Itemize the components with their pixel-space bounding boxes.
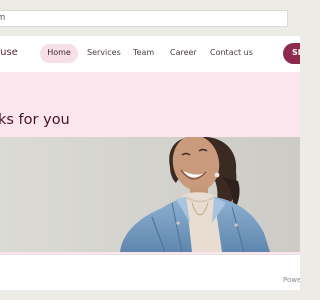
site-header: ouse Home Services Team Career Contact u… bbox=[0, 36, 300, 72]
hero-section: ks for you bbox=[0, 72, 300, 254]
browser-viewport: m ouse Home Services Team Career Contact… bbox=[0, 0, 300, 300]
hero-photo-illustration bbox=[0, 137, 300, 252]
footer-text: Powe bbox=[283, 276, 300, 284]
site-logo-text[interactable]: ouse bbox=[0, 47, 18, 58]
header-cta-label: Sh bbox=[292, 48, 300, 57]
nav-item-home[interactable]: Home bbox=[40, 44, 78, 63]
web-page: ouse Home Services Team Career Contact u… bbox=[0, 36, 300, 290]
address-bar[interactable]: m bbox=[0, 10, 288, 27]
nav-item-home-label: Home bbox=[47, 48, 71, 57]
hero-photo bbox=[0, 137, 300, 252]
nav-item-team[interactable]: Team bbox=[133, 48, 154, 57]
address-bar-text: m bbox=[0, 13, 6, 23]
header-cta-button[interactable]: Sh bbox=[283, 43, 300, 64]
nav-item-services[interactable]: Services bbox=[87, 48, 121, 57]
hero-title: ks for you bbox=[0, 112, 70, 128]
nav-item-contact[interactable]: Contact us bbox=[210, 48, 253, 57]
nav-item-career[interactable]: Career bbox=[170, 48, 197, 57]
site-footer: Powe bbox=[0, 254, 300, 290]
